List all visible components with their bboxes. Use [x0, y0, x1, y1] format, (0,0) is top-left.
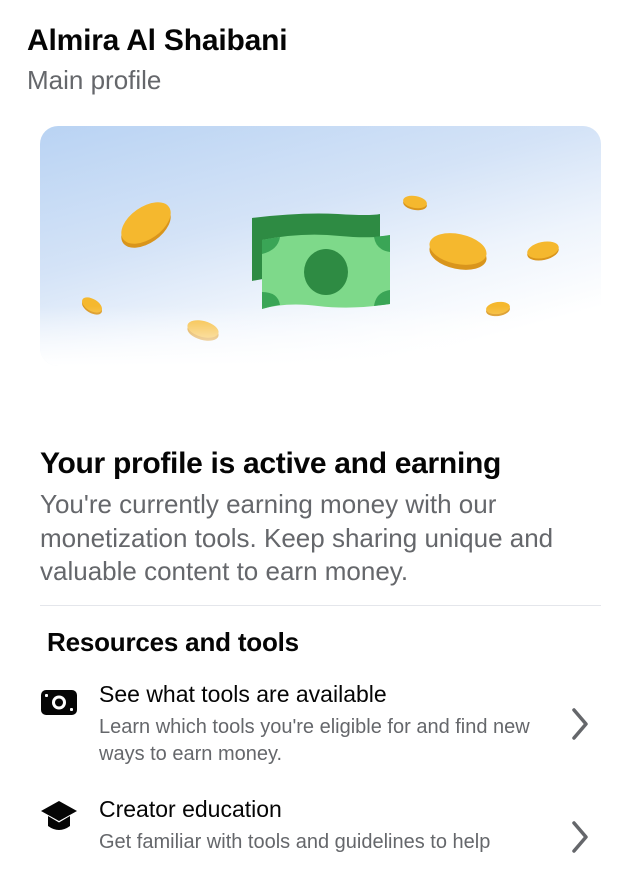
chevron-right-icon: [566, 819, 594, 855]
coin-icon: [429, 233, 487, 270]
coin-icon: [121, 202, 171, 248]
profile-name: Almira Al Shaibani: [27, 24, 288, 57]
hero-illustration: [40, 126, 601, 366]
graduation-cap-icon: [40, 797, 78, 835]
coin-icon: [527, 241, 559, 261]
resource-item-title: See what tools are available: [99, 681, 387, 707]
money-bill-front-icon: [262, 234, 390, 309]
profile-subtitle: Main profile: [27, 65, 162, 95]
resource-item-creator-education[interactable]: Creator education Get familiar with tool…: [0, 789, 640, 889]
profile-header: Almira Al Shaibani Main profile: [27, 22, 613, 98]
divider: [40, 605, 601, 606]
resources-section-title: Resources and tools: [47, 627, 299, 657]
resource-item-tools[interactable]: See what tools are available Learn which…: [0, 674, 640, 774]
coin-icon: [403, 195, 427, 211]
resource-item-description: Learn which tools you're eligible for an…: [99, 716, 530, 765]
chevron-right-icon: [566, 706, 594, 742]
hero-fade: [40, 306, 601, 366]
resource-item-description: Get familiar with tools and guidelines t…: [99, 831, 491, 853]
status-title: Your profile is active and earning: [40, 447, 502, 480]
money-bill-icon: [40, 684, 78, 722]
resource-item-title: Creator education: [99, 796, 282, 822]
status-description: You're currently earning money with our …: [40, 489, 554, 586]
